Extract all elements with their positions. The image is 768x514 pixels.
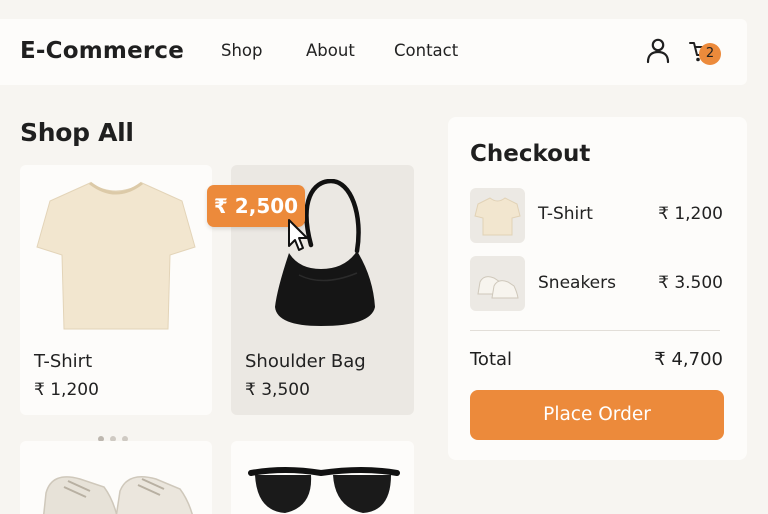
nav-link-about[interactable]: About xyxy=(306,41,355,60)
cart-item-name: T-Shirt xyxy=(538,204,593,224)
cart-count-badge[interactable]: 2 xyxy=(699,43,721,65)
cart-item-price: ₹ 1,200 xyxy=(658,204,723,224)
top-navbar: E-Commerce Shop About Contact xyxy=(0,19,747,85)
place-order-button[interactable]: Place Order xyxy=(470,390,724,440)
product-name: Shoulder Bag xyxy=(245,351,366,372)
product-price: ₹ 1,200 xyxy=(34,380,99,400)
nav-link-shop[interactable]: Shop xyxy=(221,41,263,60)
cart-item-thumbnail xyxy=(470,256,525,311)
hand-pointer-cursor-icon xyxy=(288,219,308,251)
product-card-tshirt[interactable]: T-Shirt ₹ 1,200 xyxy=(20,165,212,415)
sneakers-thumbnail-image xyxy=(477,276,519,299)
cart-item-thumbnail xyxy=(470,188,525,243)
divider xyxy=(470,330,720,331)
cart-item-price: ₹ 3.500 xyxy=(658,273,723,293)
product-card-sunglasses[interactable] xyxy=(231,441,414,514)
nav-link-contact[interactable]: Contact xyxy=(394,41,458,60)
brand-logo[interactable]: E-Commerce xyxy=(20,38,184,64)
page-title: Shop All xyxy=(20,118,134,147)
sunglasses-image xyxy=(248,467,400,513)
total-label: Total xyxy=(470,349,513,370)
product-price: ₹ 3,500 xyxy=(245,380,310,400)
cart-item-name: Sneakers xyxy=(538,273,616,293)
total-value: ₹ 4,700 xyxy=(654,349,723,370)
user-icon[interactable] xyxy=(646,38,670,64)
sneakers-image xyxy=(43,476,193,514)
checkout-panel: Checkout T-Shirt ₹ 1,200 Sneakers ₹ 3.50… xyxy=(448,117,747,460)
product-name: T-Shirt xyxy=(34,351,93,372)
tshirt-image xyxy=(36,181,196,330)
checkout-title: Checkout xyxy=(470,141,591,167)
product-card-sneakers[interactable] xyxy=(20,441,212,514)
tshirt-thumbnail-image xyxy=(474,197,521,236)
